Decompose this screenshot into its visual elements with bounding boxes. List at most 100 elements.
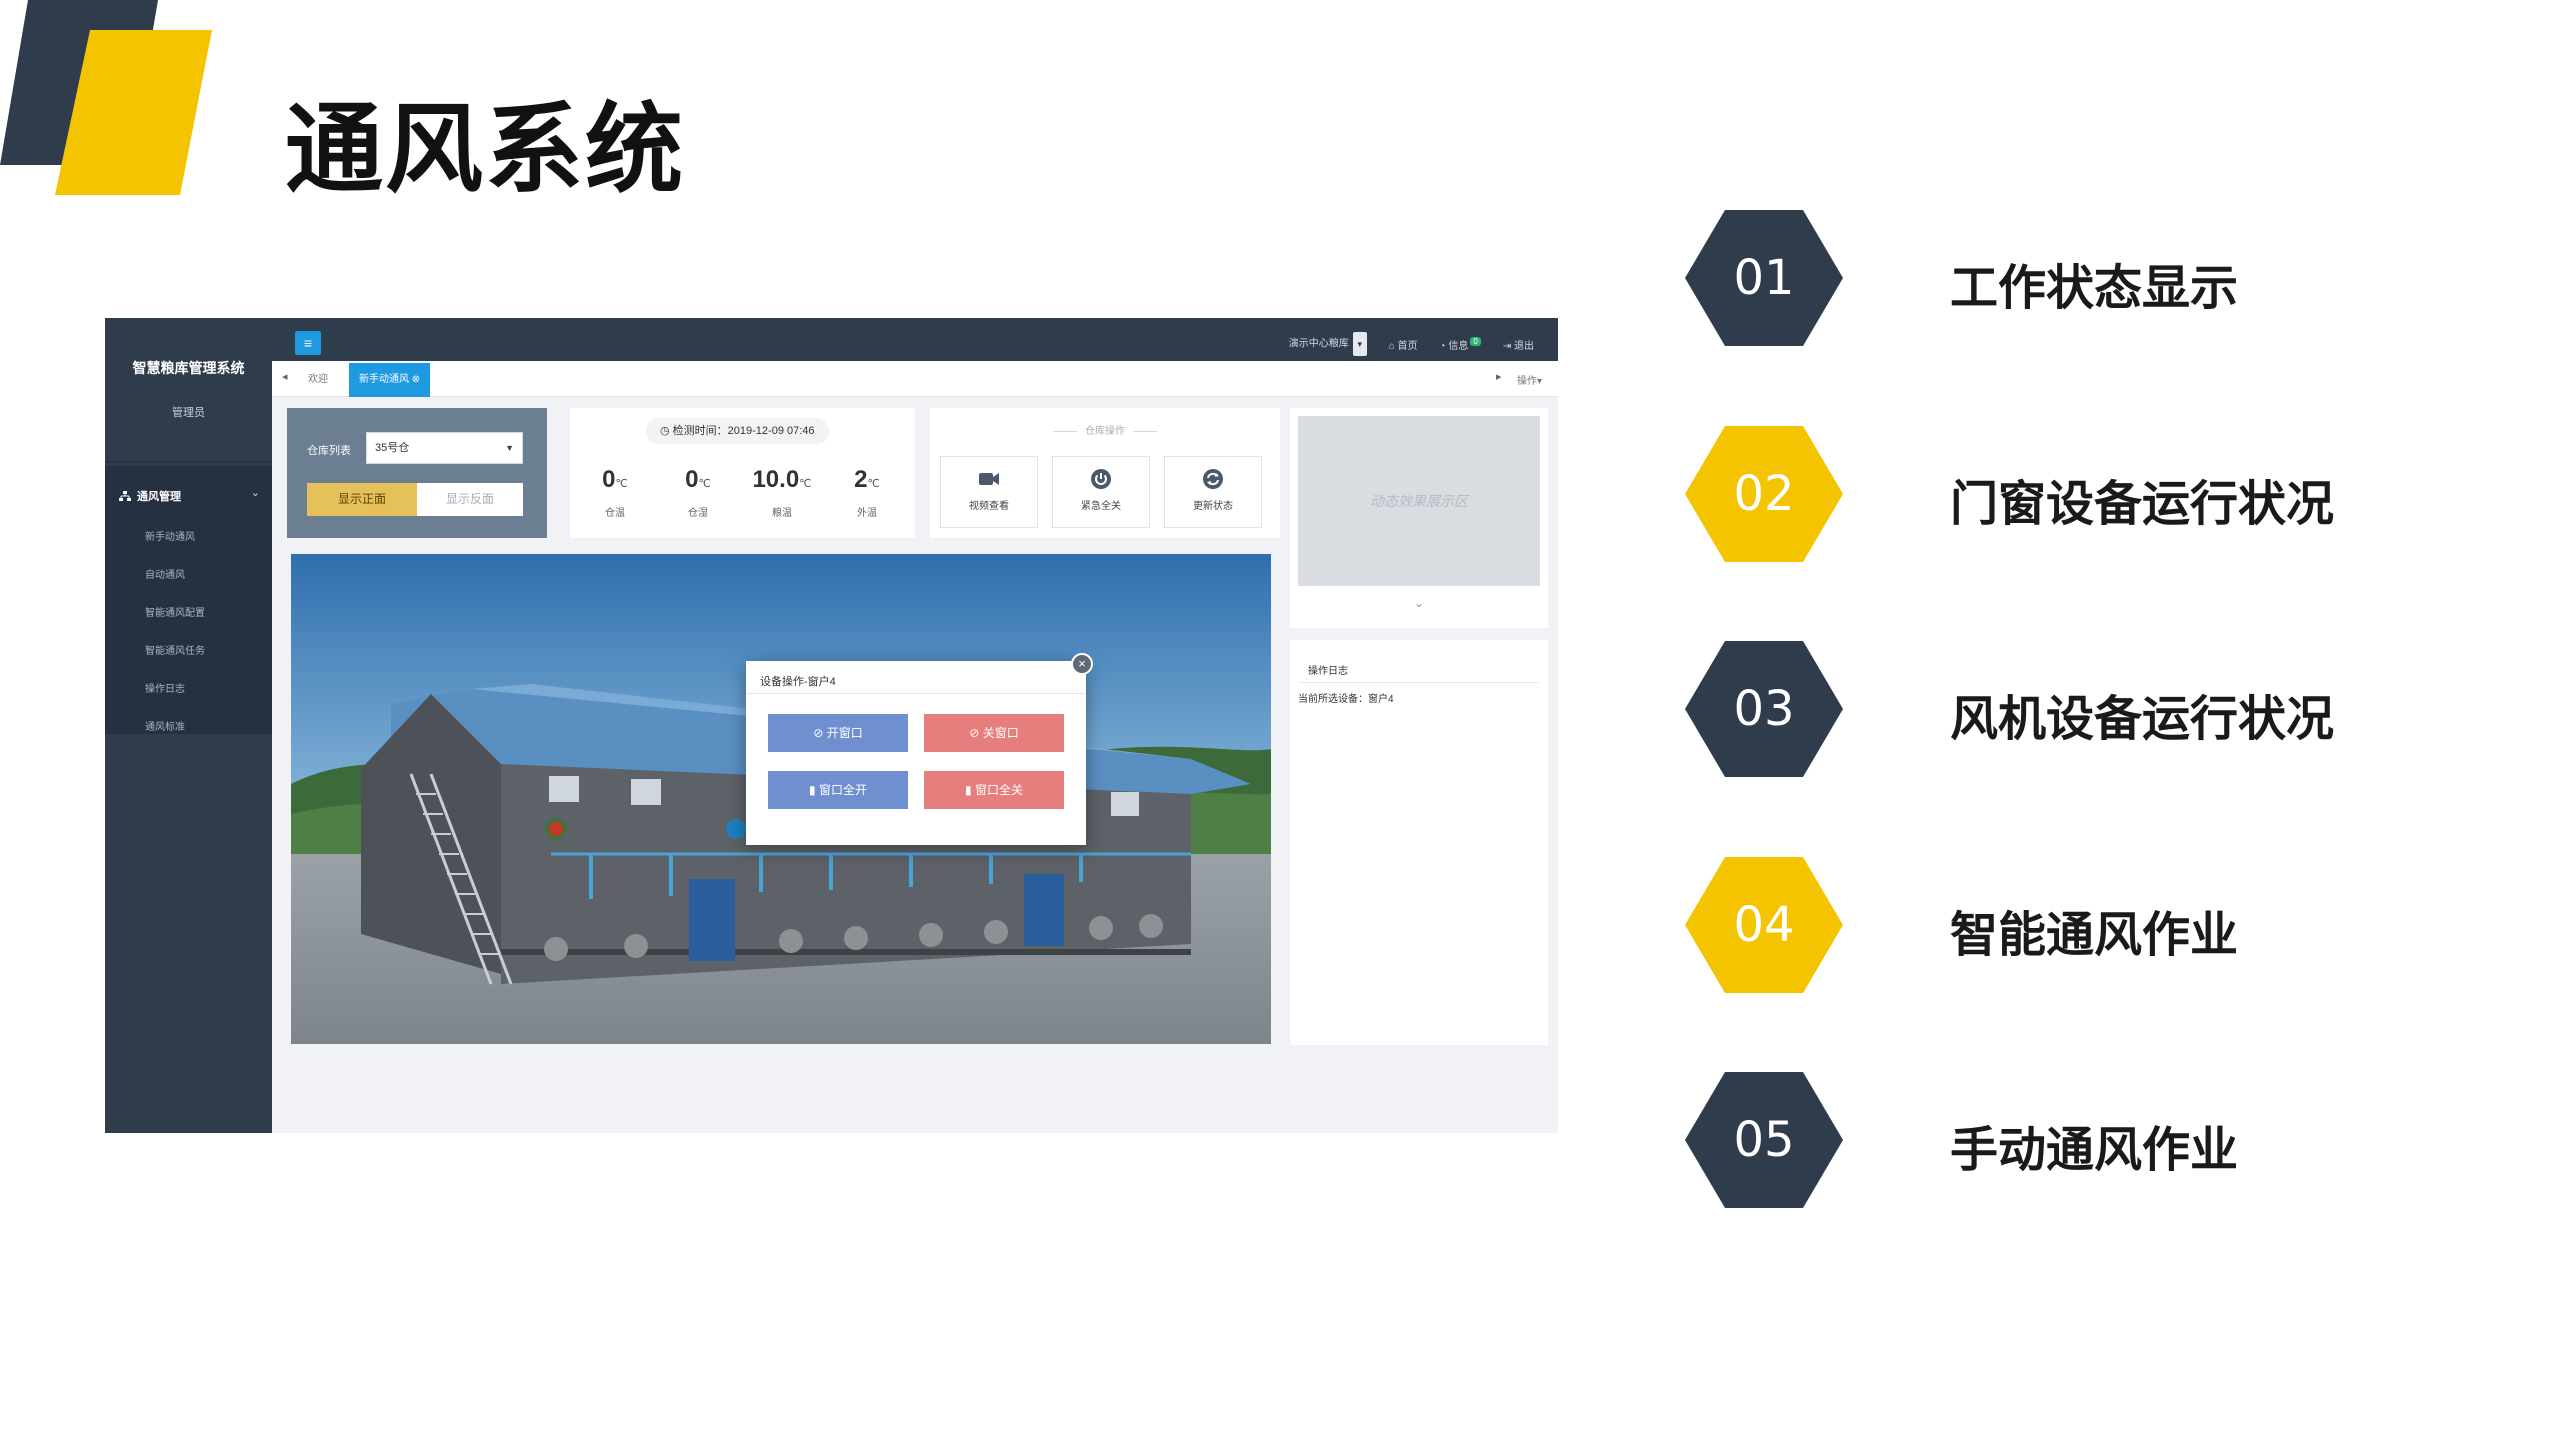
chevron-down-icon[interactable]: ⌄	[1290, 596, 1548, 610]
home-link[interactable]: ⌂ 首页	[1389, 337, 1418, 352]
tab-active-label: 新手动通风	[359, 374, 409, 385]
sidebar-item-manual-ventilation[interactable]: 新手动通风	[145, 528, 195, 543]
window-icon: ▮	[965, 783, 972, 797]
reading-label: 外温	[857, 508, 877, 519]
tab-bar: ◂ 欢迎 新手动通风 ⊗ ▸ 操作▾	[272, 361, 1558, 397]
feature-label: 工作状态显示	[1950, 260, 2239, 316]
video-icon	[979, 473, 999, 485]
feature-number: 03	[1733, 681, 1795, 737]
logout-label: 退出	[1514, 340, 1534, 352]
power-icon	[1091, 469, 1111, 489]
menu-toggle-button[interactable]: ≡	[295, 331, 321, 355]
sidebar-divider	[105, 461, 272, 463]
operations-title: 仓库操作	[930, 422, 1280, 437]
messages-label: 信息	[1448, 340, 1469, 352]
feature-number: 05	[1733, 1112, 1795, 1168]
tab-ops-dropdown[interactable]: 操作▾	[1517, 372, 1542, 387]
close-all-label: 窗口全关	[974, 783, 1023, 797]
tab-prev-icon[interactable]: ◂	[282, 370, 288, 383]
reading-unit: ℃	[867, 478, 880, 490]
reading-grain-temp: 10.0℃ 粮温	[747, 466, 817, 519]
user-role: 管理员	[172, 407, 205, 419]
feature-label: 门窗设备运行状况	[1950, 476, 2335, 532]
check-time-text: 检测时间：2019-12-09 07:46	[672, 425, 815, 437]
log-entry: 当前所选设备：窗户4	[1298, 694, 1394, 705]
show-back-button[interactable]: 显示反面	[417, 483, 523, 516]
slide-title: 通风系统	[285, 93, 686, 207]
open-window-button[interactable]: ⊘ 开窗口	[768, 714, 908, 752]
warehouse-switcher[interactable]: 演示中心粮库 ▾	[1289, 332, 1367, 356]
close-window-button[interactable]: ⊘ 关窗口	[924, 714, 1064, 752]
refresh-status-label: 更新状态	[1193, 501, 1233, 512]
reading-label: 仓湿	[688, 508, 708, 519]
open-all-windows-button[interactable]: ▮ 窗口全开	[768, 771, 908, 809]
tab-manual-ventilation[interactable]: 新手动通风 ⊗	[349, 363, 431, 397]
sidebar-group-head[interactable]: 通风管理	[119, 488, 181, 504]
top-right-nav: 演示中心粮库 ▾ ⌂ 首页 ◔ 信息 0 ⇥ 退出	[1289, 332, 1534, 356]
reading-value: 0	[685, 466, 699, 493]
effect-display-area: 动态效果展示区	[1298, 416, 1540, 586]
home-icon: ⌂	[1388, 340, 1395, 352]
reading-unit: ℃	[799, 478, 812, 490]
log-title: 操作日志	[1308, 666, 1348, 677]
sidebar-item-op-log[interactable]: 操作日志	[145, 680, 185, 695]
refresh-status-button[interactable]: 更新状态	[1164, 456, 1262, 528]
open-all-label: 窗口全开	[818, 783, 867, 797]
sidebar-group-ventilation[interactable]: 通风管理 ⌄ 新手动通风 自动通风 智能通风配置 智能通风任务 操作日志 通风标…	[105, 466, 272, 734]
tab-next-icon[interactable]: ▸	[1496, 370, 1502, 383]
sidebar-item-smart-config[interactable]: 智能通风配置	[145, 604, 205, 619]
brand-title: 智慧粮库管理系统	[132, 360, 245, 376]
reading-value: 2	[854, 466, 868, 493]
chevron-down-icon[interactable]: ⌄	[251, 486, 260, 499]
clock-icon: ◷	[660, 425, 670, 437]
bell-icon: ◔	[1439, 340, 1446, 352]
sidebar-item-standards[interactable]: 通风标准	[145, 718, 185, 733]
tab-welcome[interactable]: 欢迎	[298, 363, 338, 397]
sidebar-item-smart-tasks[interactable]: 智能通风任务	[145, 642, 205, 657]
close-window-label: 关窗口	[982, 726, 1019, 740]
feature-number: 04	[1733, 897, 1795, 953]
warehouse-switcher-label: 演示中心粮库	[1288, 338, 1349, 350]
emergency-close-button[interactable]: 紧急全关	[1052, 456, 1150, 528]
chevron-down-icon[interactable]: ▾	[1352, 332, 1367, 356]
window-icon: ▮	[809, 783, 816, 797]
corner-decoration	[0, 0, 212, 195]
warehouse-list-label: 仓库列表	[307, 445, 351, 457]
emergency-close-label: 紧急全关	[1081, 501, 1121, 512]
sidebar-group-label: 通风管理	[137, 491, 181, 503]
dialog-title: 设备操作-窗户4	[760, 676, 836, 688]
warehouse-select-value: 35号仓	[375, 442, 410, 454]
video-button-label: 视频查看	[969, 501, 1009, 512]
tab-ops-label: 操作	[1516, 376, 1537, 387]
log-divider	[1298, 682, 1538, 683]
reading-value: 0	[602, 466, 616, 493]
operations-panel: 仓库操作 视频查看 紧急全关 更新状态	[930, 408, 1280, 538]
log-panel: 操作日志 当前所选设备：窗户4	[1290, 640, 1548, 1045]
sidebar-item-auto-ventilation[interactable]: 自动通风	[145, 566, 185, 581]
logout-icon: ⇥	[1502, 340, 1512, 352]
warehouse-panel: 仓库列表 35号仓 ▼ 显示正面 显示反面	[287, 408, 547, 538]
app-screenshot: 智慧粮库管理系统 管理员 通风管理 ⌄ 新手动通风 自动通风 智能通风配置 智能…	[105, 318, 1558, 1133]
reading-outside-temp: 2℃ 外温	[832, 466, 902, 519]
feature-label: 智能通风作业	[1950, 907, 2239, 963]
reading-value: 10.0	[752, 466, 800, 493]
messages-link[interactable]: ◔ 信息 0	[1439, 336, 1481, 352]
close-icon[interactable]: ×	[1071, 653, 1093, 675]
close-icon[interactable]: ⊗	[412, 374, 420, 385]
show-front-button[interactable]: 显示正面	[307, 483, 417, 516]
warehouse-select[interactable]: 35号仓 ▼	[366, 432, 523, 464]
reading-unit: ℃	[615, 478, 628, 490]
video-button[interactable]: 视频查看	[940, 456, 1038, 528]
reading-unit: ℃	[698, 478, 711, 490]
effect-panel: 动态效果展示区 ⌄	[1290, 408, 1548, 628]
logout-link[interactable]: ⇥ 退出	[1503, 337, 1534, 352]
messages-badge: 0	[1470, 336, 1481, 346]
reading-label: 仓温	[605, 508, 625, 519]
home-label: 首页	[1397, 340, 1418, 352]
close-all-windows-button[interactable]: ▮ 窗口全关	[924, 771, 1064, 809]
device-operation-dialog: 设备操作-窗户4 × ⊘ 开窗口 ⊘ 关窗口 ▮ 窗口全开 ▮ 窗口全关	[746, 653, 1093, 845]
check-time: ◷ 检测时间：2019-12-09 07:46	[646, 418, 829, 444]
sidebar: 智慧粮库管理系统 管理员 通风管理 ⌄ 新手动通风 自动通风 智能通风配置 智能…	[105, 318, 272, 1133]
top-bar: ≡ 演示中心粮库 ▾ ⌂ 首页 ◔ 信息 0 ⇥ 退出	[272, 318, 1558, 361]
reading-warehouse-humidity: 0℃ 仓湿	[663, 466, 733, 519]
